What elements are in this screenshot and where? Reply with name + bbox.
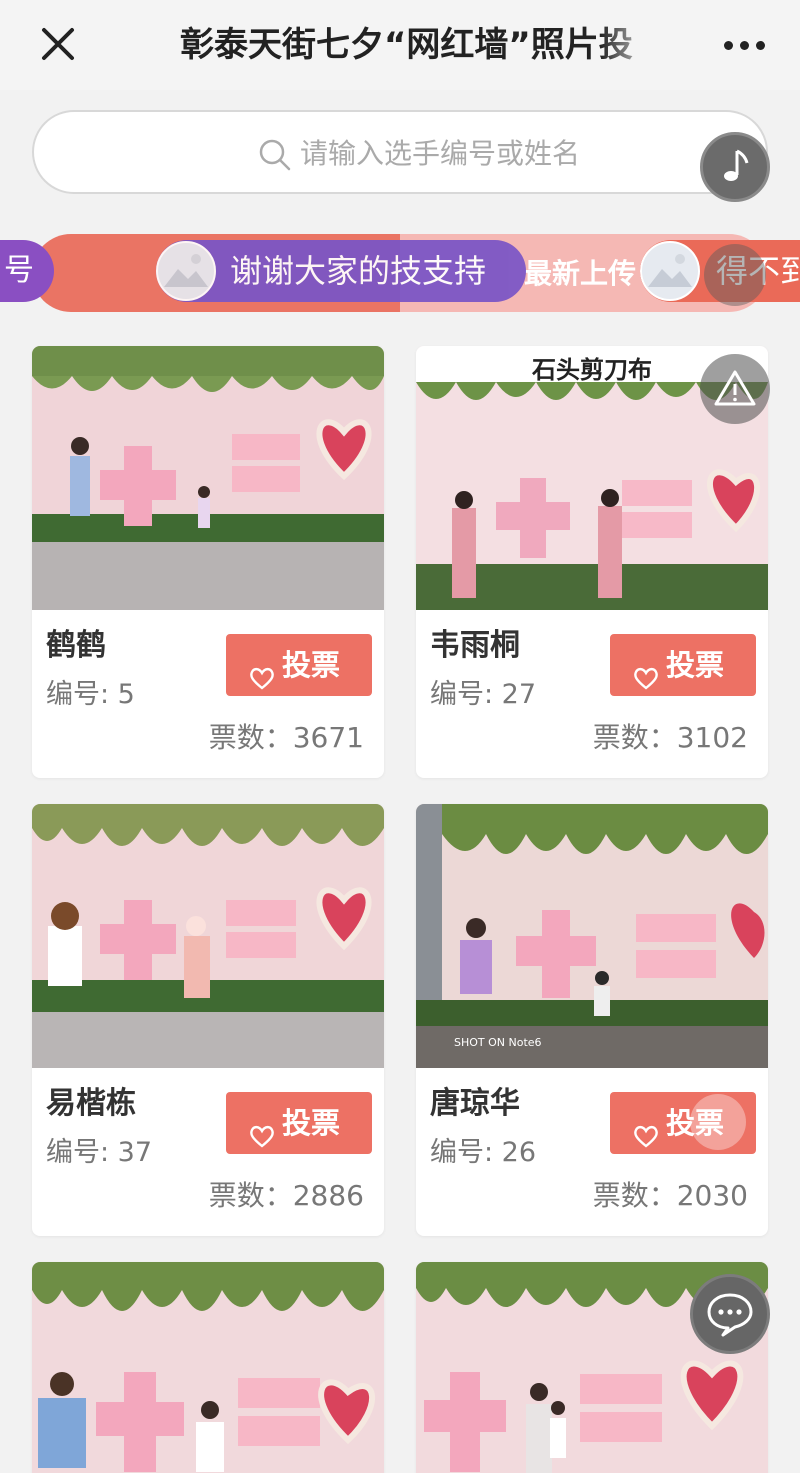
contestant-number: 编号: 5 xyxy=(46,679,135,710)
contestant-name: 鹤鹤 xyxy=(46,628,106,663)
heart-icon xyxy=(248,651,276,690)
close-icon[interactable] xyxy=(36,22,80,66)
vote-button[interactable]: 投票 xyxy=(610,634,756,696)
vote-button[interactable]: 投票 xyxy=(226,1092,372,1154)
vote-count: 票数：2886 xyxy=(208,1179,364,1212)
contestant-photo[interactable] xyxy=(32,804,384,1068)
contestant-number: 编号: 27 xyxy=(430,679,537,710)
contestant-card[interactable]: SHOT ON Note6 唐琼华 编号: 26 投票 票数：2030 xyxy=(416,804,768,1236)
title-fade xyxy=(600,20,660,70)
photo-caption: SHOT ON Note6 xyxy=(454,1036,542,1049)
search-icon xyxy=(258,138,292,172)
vote-label: 投票 xyxy=(282,648,341,682)
contestant-card[interactable]: 鹤鹤 编号: 5 投票 票数：3671 xyxy=(32,346,384,778)
marquee-message: 谢谢大家的技支持 xyxy=(230,252,487,290)
contestant-name: 易楷栋 xyxy=(46,1086,136,1121)
vote-button[interactable]: 投票 xyxy=(226,634,372,696)
music-note-icon[interactable] xyxy=(700,132,770,202)
marquee-message-pill: 谢谢大家的技支持 xyxy=(156,240,526,302)
floating-circle xyxy=(690,1094,746,1150)
top-bar: 彰泰天街七夕“网红墙”照片投 xyxy=(0,0,800,90)
contestant-name: 韦雨桐 xyxy=(430,628,520,663)
heart-icon xyxy=(632,651,660,690)
chat-icon[interactable] xyxy=(690,1274,770,1354)
vote-count: 票数：3102 xyxy=(592,721,748,754)
vote-count: 票数：3671 xyxy=(208,721,364,754)
vote-label: 投票 xyxy=(282,1106,341,1140)
search-input[interactable] xyxy=(300,130,700,176)
warning-icon[interactable] xyxy=(700,354,770,424)
heart-icon xyxy=(632,1109,660,1148)
vote-label: 投票 xyxy=(666,648,725,682)
heart-icon xyxy=(248,1109,276,1148)
avatar xyxy=(156,241,216,301)
contestant-card[interactable] xyxy=(32,1262,384,1473)
contestant-card[interactable]: 易楷栋 编号: 37 投票 票数：2886 xyxy=(32,804,384,1236)
contestant-photo[interactable] xyxy=(32,346,384,610)
latest-upload-label[interactable]: 最新上传 xyxy=(524,252,636,292)
contestant-name: 唐琼华 xyxy=(430,1086,520,1121)
avatar xyxy=(640,241,700,301)
search-bar[interactable] xyxy=(32,110,768,194)
vote-count: 票数：2030 xyxy=(592,1179,748,1212)
more-dots-icon[interactable] xyxy=(720,28,768,62)
contestant-number: 编号: 37 xyxy=(46,1137,153,1168)
page-title: 彰泰天街七夕“网红墙”照片投 xyxy=(180,25,633,65)
contestant-photo[interactable] xyxy=(416,804,768,1068)
floating-circle xyxy=(704,244,766,306)
photo-caption: 石头剪刀布 xyxy=(532,355,652,384)
contestant-photo[interactable] xyxy=(32,1262,384,1473)
contestant-number: 编号: 26 xyxy=(430,1137,537,1168)
